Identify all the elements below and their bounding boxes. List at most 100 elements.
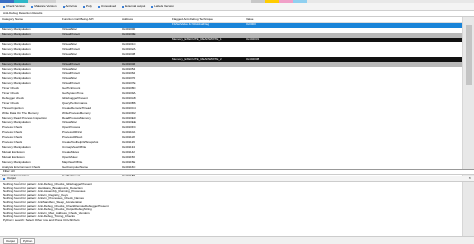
cell-value: 0x402031 [246,38,260,42]
cell-address: 0x401038 [122,52,136,56]
top-tab[interactable]: External output [119,3,148,9]
cell-category: Write Data On The Memory [2,111,39,115]
cell-address: 0x401142 [122,150,135,154]
cell-function: CreateToolhelp32Snapshot [62,141,99,145]
cell-function: VirtualAlloc [62,43,77,47]
cell-address: 0x401150 [122,155,135,159]
tab-label: Check Version [6,3,26,8]
tab-icon [3,5,5,8]
cell-function: VirtualAlloc [62,28,77,32]
cell-function: VirtualProtect [62,47,80,51]
header-category[interactable]: Category Name [2,18,60,22]
cell-category: Memory Manipulation [2,33,31,37]
cell-address: 0x40101C [122,43,136,47]
cell-category: Memory Manipulation [2,145,31,149]
cell-category: Memory Manipulation [2,52,31,56]
cell-address: 0x4010D2 [122,111,136,115]
top-tab-bar: Check Version Malware Version Antivirus Pol… [0,3,474,11]
bottom-tab[interactable]: Output [3,237,19,244]
tab-icon [83,5,86,8]
cell-address: 0x401054 [122,67,136,71]
cell-address: 0x401118 [122,136,135,140]
cell-category: Memory Manipulation [2,72,31,76]
cell-function: VirtualProtect [62,82,80,86]
output-panel-header: Output × [0,176,474,182]
cell-address: 0x4010E0 [122,116,136,120]
cell-category: Memory Manipulation [2,43,31,47]
cell-category: Process Check [2,141,23,145]
cell-address: 0x40100E [122,33,136,37]
cell-address: 0x4010FC [122,126,136,130]
cell-category: Memory Read Process Inspection [2,116,48,120]
cell-category: Mutual Exclusion [2,150,25,154]
header-address[interactable]: Address [122,18,170,22]
tab-icon [31,5,34,8]
tab-label: Labels Version [154,3,174,8]
cell-category: Memory Manipulation [2,47,31,51]
scrollbar-thumb[interactable] [466,25,472,85]
filter-bar[interactable]: Filter: All [0,169,474,175]
header-technique[interactable]: Flagged Anti-Debug Technique [172,18,244,22]
tab-icon [122,5,125,8]
cell-address: 0x401062 [122,72,136,76]
output-scrollbar[interactable] [462,183,474,233]
cell-value: 0x402038 [246,57,260,61]
cell-address: 0x40109A [122,92,136,96]
filter-value: Filter: All [3,169,15,173]
cell-address: 0x40115E [122,160,136,164]
tab-icon [62,5,65,8]
header-value[interactable]: Value [246,18,286,22]
cell-category: Process Check [2,136,23,140]
cell-function: OpenMutex [62,155,78,159]
cell-category: Memory Manipulation [2,160,31,164]
top-tab[interactable]: Check Version [0,3,28,9]
tab-label: Malware Version [34,3,57,8]
cell-address: 0x40107E [122,82,136,86]
cell-function: OpenProcess [62,126,81,130]
cell-category: Thread Injection [2,106,24,110]
cell-address: 0x401046 [122,62,136,66]
cell-category: Memory Manipulation [2,82,31,86]
close-icon[interactable]: × [469,176,471,180]
top-tab[interactable]: Unresolved [95,4,119,9]
cell-category: Memory Manipulation [2,67,31,71]
bottom-tab[interactable]: Python [20,237,36,244]
cell-function: GetTickCount [62,87,81,91]
window-title: Anti-Debug Detection Results [3,10,43,15]
cell-category: Timer Check [2,92,19,96]
cell-address: 0x4010A8 [122,96,136,100]
cell-technique: FlsSetValue & NtGlobalFlag [172,23,210,27]
cell-function: VirtualProtect [62,62,80,66]
top-tab[interactable]: Poly [80,3,95,9]
cell-function: VirtualAlloc [62,52,77,56]
cell-category: Timer Check [2,87,19,91]
cell-category: Debugger check [2,96,24,100]
cell-function: Process32First [62,131,83,135]
cell-function: WriteProcessMemory [62,111,91,115]
cell-technique: Memory_EXECUTE_READWRITE_2 [172,57,222,61]
output-icon [3,177,5,180]
cell-address: 0x40108C [122,87,136,91]
cell-function: CreateRemoteThread [62,106,92,110]
cell-function: UnmapViewOfFile [62,145,87,149]
cell-category: Memory Manipulation [2,77,31,81]
top-tab[interactable]: Malware Version [28,3,59,9]
top-tab[interactable]: Antivirus [60,3,81,9]
cell-technique: Memory_EXECUTE_READWRITE_1 [172,38,222,42]
cell-address: 0x401000 [122,28,136,32]
output-log: Nothing found for pattern: Anti-Debug_Ch… [0,183,462,233]
cell-category: Memory Manipulation [2,62,31,66]
tab-label: Poly [86,3,92,8]
cell-category: Mutual Exclusion [2,155,25,159]
top-tab[interactable]: Labels Version [148,3,177,9]
header-function[interactable]: Function Call Being API [62,18,120,22]
cell-address: 0x40102A [122,47,136,51]
cell-function: VirtualAlloc [62,77,77,81]
cell-category: Process Check [2,131,23,135]
cell-category: Memory Manipulation [2,28,31,32]
cell-category: Memory Manipulation [2,121,31,125]
cell-function: GetSystemTime [62,92,84,96]
tab-label: External output [125,3,146,8]
cell-function: MapViewOfFile [62,160,83,164]
tab-label: Antivirus [65,3,78,8]
